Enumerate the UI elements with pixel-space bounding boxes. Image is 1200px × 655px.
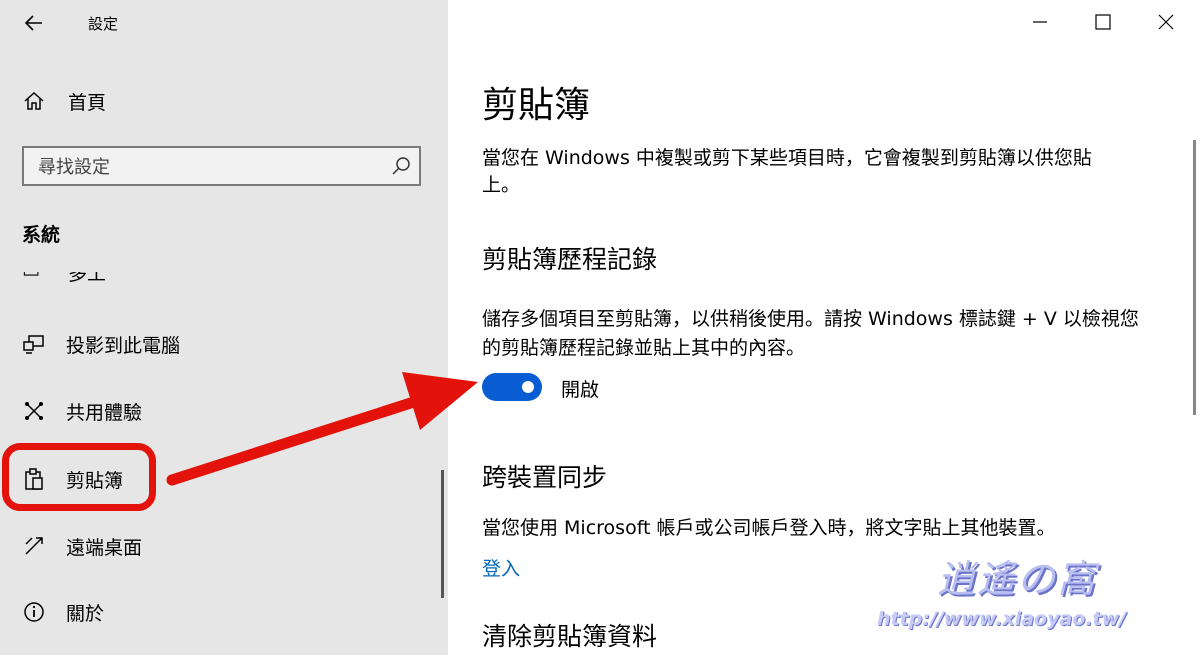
sidebar-item-label: 遠端桌面 [66, 536, 143, 559]
maximize-button[interactable] [1091, 10, 1115, 34]
sidebar-item-about[interactable]: 關於 [22, 594, 104, 630]
projector-icon [22, 332, 46, 356]
clipboard-history-toggle[interactable] [482, 373, 542, 401]
watermark: 逍遙の窩 http://www.xiaoyao.tw/ [872, 548, 1172, 643]
sidebar-item-shared-experiences[interactable]: 共用體驗 [22, 393, 142, 429]
history-heading: 剪貼簿歷程記錄 [482, 245, 658, 274]
remote-desktop-icon [22, 534, 46, 558]
sidebar: 設定 首頁 系統 ▭ 多工 投影到此電腦 [0, 0, 448, 655]
signin-link[interactable]: 登入 [482, 554, 520, 581]
minimize-icon [1033, 21, 1047, 23]
sidebar-item-home[interactable]: 首頁 [22, 86, 106, 116]
sidebar-item-multitasking[interactable]: ▭ 多工 [22, 272, 142, 286]
sidebar-item-label: 關於 [66, 602, 105, 625]
multitasking-icon: ▭ [22, 272, 40, 282]
search-input[interactable] [24, 148, 400, 186]
section-heading-system: 系統 [22, 224, 61, 246]
watermark-logo: 逍遙の窩 [937, 557, 1098, 601]
back-button[interactable] [22, 10, 48, 36]
app-title: 設定 [88, 15, 119, 33]
close-icon [1158, 14, 1174, 30]
sidebar-item-label: 首頁 [68, 91, 107, 114]
sync-heading: 跨裝置同步 [482, 463, 608, 492]
sidebar-item-remote-desktop[interactable]: 遠端桌面 [22, 528, 142, 564]
maximize-icon [1095, 14, 1111, 30]
history-description: 儲存多個項目至剪貼簿，以供稍後使用。請按 Windows 標誌鍵 + V 以檢視… [482, 308, 1139, 359]
main-scrollbar[interactable] [1193, 140, 1196, 415]
toggle-state-label: 開啟 [561, 379, 600, 401]
search-icon[interactable] [391, 156, 411, 176]
info-icon [22, 600, 46, 624]
minimize-button[interactable] [1028, 10, 1052, 34]
annotation-highlight [2, 443, 156, 511]
search-box[interactable] [22, 146, 421, 186]
back-arrow-icon [24, 15, 42, 31]
sidebar-scrollbar[interactable] [441, 470, 444, 598]
intro-text: 當您在 Windows 中複製或剪下某些項目時，它會複製到剪貼簿以供您貼上。 [482, 147, 1092, 196]
sidebar-item-label: 共用體驗 [66, 401, 143, 424]
sync-description: 當您使用 Microsoft 帳戶或公司帳戶登入時，將文字貼上其他裝置。 [482, 517, 1056, 539]
shared-experiences-icon [22, 399, 46, 423]
home-icon [22, 89, 46, 113]
toggle-knob [522, 381, 534, 393]
sidebar-item-project[interactable]: 投影到此電腦 [22, 326, 180, 362]
clear-heading: 清除剪貼簿資料 [482, 622, 658, 651]
close-button[interactable] [1154, 10, 1178, 34]
sidebar-item-label: 投影到此電腦 [66, 334, 181, 357]
page-title: 剪貼簿 [482, 85, 591, 126]
watermark-url: http://www.xiaoyao.tw/ [877, 608, 1127, 630]
sidebar-item-label: 多工 [68, 272, 107, 285]
